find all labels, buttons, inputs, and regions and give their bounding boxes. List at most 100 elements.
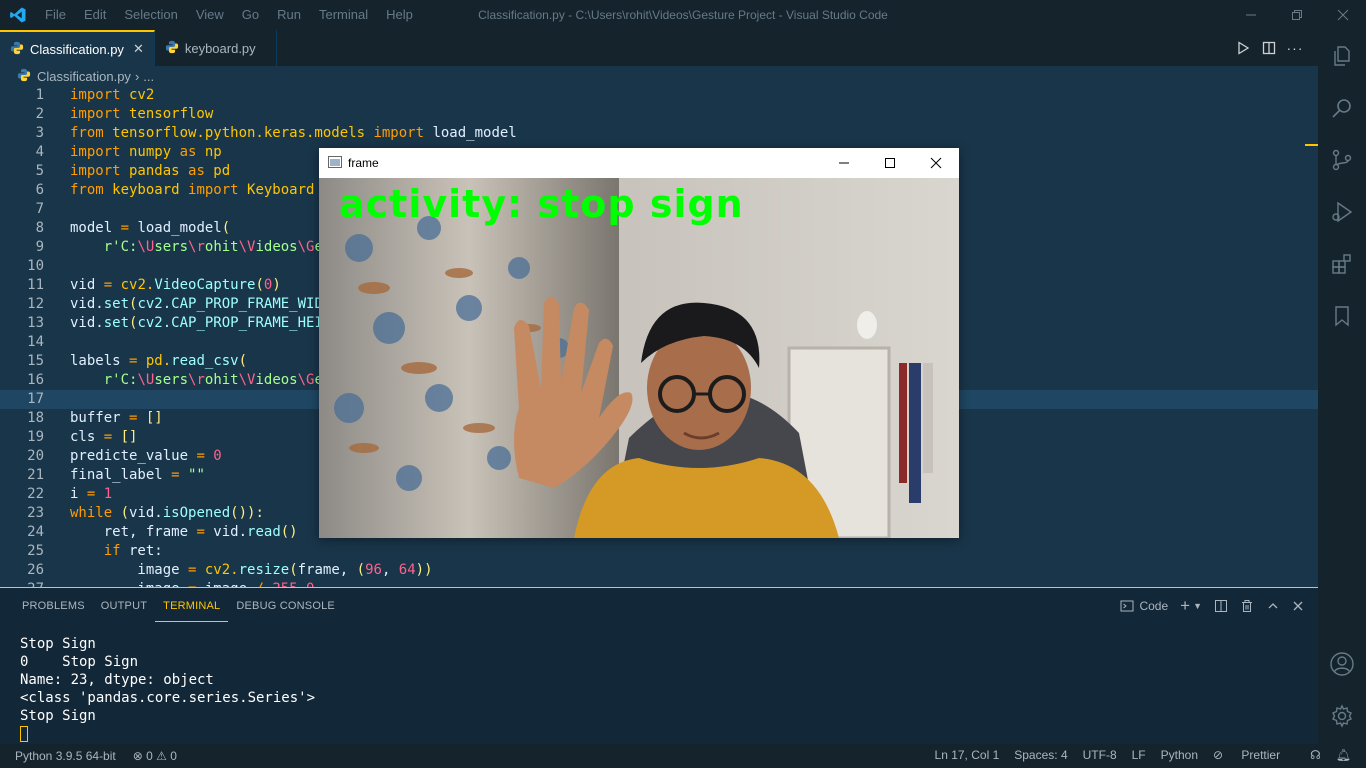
code-token: import bbox=[373, 125, 425, 141]
prediction-overlay-text: activity: stop sign bbox=[339, 182, 744, 226]
code-token: ( bbox=[238, 353, 248, 369]
minimize-button[interactable] bbox=[821, 148, 867, 178]
code-line[interactable]: 3 from tensorflow.python.keras.models imp… bbox=[0, 124, 1318, 143]
tab-label: keyboard.py bbox=[184, 40, 256, 56]
close-icon[interactable]: ✕ bbox=[133, 41, 144, 57]
code-token: )) bbox=[415, 562, 433, 578]
terminal-prompt[interactable] bbox=[20, 725, 315, 743]
code-token: ohit bbox=[204, 239, 239, 255]
code-token: 96 bbox=[365, 562, 382, 578]
code-token: \G bbox=[297, 239, 315, 255]
trash-icon[interactable] bbox=[1240, 599, 1254, 613]
encoding[interactable]: UTF-8 bbox=[1083, 748, 1117, 762]
panel-tab-terminal[interactable]: TERMINAL bbox=[155, 588, 229, 622]
code-token: cv2. bbox=[196, 562, 239, 578]
account-icon[interactable] bbox=[1318, 638, 1366, 690]
notifications-icon[interactable]: 🔔︎ bbox=[1336, 748, 1351, 762]
prettier-status[interactable]: ⊘ Prettier bbox=[1213, 748, 1295, 762]
close-window-button[interactable] bbox=[1320, 0, 1366, 30]
menu-run[interactable]: Run bbox=[268, 0, 310, 30]
new-terminal-button[interactable]: + ▼ bbox=[1180, 596, 1202, 616]
search-icon[interactable] bbox=[1318, 82, 1366, 134]
end-of-line[interactable]: LF bbox=[1132, 748, 1146, 762]
settings-gear-icon[interactable] bbox=[1318, 690, 1366, 742]
code-text: import cv2 bbox=[70, 86, 154, 105]
line-number: 10 bbox=[27, 258, 44, 274]
split-terminal-icon[interactable] bbox=[1214, 599, 1228, 613]
terminal-output[interactable]: Stop Sign 0 Stop Sign Name: 23, dtype: obj… bbox=[20, 635, 315, 743]
breadcrumb[interactable]: Classification.py › ... bbox=[0, 66, 1318, 86]
menu-terminal[interactable]: Terminal bbox=[310, 0, 377, 30]
line-number: 8 bbox=[35, 220, 44, 236]
minimize-button[interactable] bbox=[1228, 0, 1274, 30]
source-control-icon[interactable] bbox=[1318, 134, 1366, 186]
python-file-icon bbox=[17, 68, 31, 85]
split-editor-icon[interactable] bbox=[1256, 35, 1282, 61]
more-actions-icon[interactable]: ··· bbox=[1282, 35, 1308, 61]
code-text: final_label = "" bbox=[70, 466, 205, 485]
code-token: resize bbox=[238, 562, 290, 578]
code-token: tensorflow.python.keras.models bbox=[103, 125, 374, 141]
indentation[interactable]: Spaces: 4 bbox=[1014, 748, 1067, 762]
code-token: ( bbox=[356, 562, 366, 578]
code-line[interactable]: 2 import tensorflow bbox=[0, 105, 1318, 124]
line-number: 22 bbox=[27, 486, 44, 502]
code-token: ohit bbox=[204, 372, 239, 388]
code-token: vid bbox=[70, 277, 104, 293]
code-token: r bbox=[70, 239, 113, 255]
breadcrumb-file[interactable]: Classification.py bbox=[37, 69, 131, 84]
breadcrumb-more[interactable]: ... bbox=[143, 69, 154, 84]
cursor-position[interactable]: Ln 17, Col 1 bbox=[935, 748, 1000, 762]
opencv-title-bar[interactable]: frame bbox=[319, 148, 959, 178]
menu-help[interactable]: Help bbox=[377, 0, 422, 30]
menu-selection[interactable]: Selection bbox=[115, 0, 186, 30]
code-token: import bbox=[70, 144, 121, 160]
extensions-icon[interactable] bbox=[1318, 238, 1366, 290]
panel-tab-problems[interactable]: PROBLEMS bbox=[14, 588, 93, 624]
code-token: VideoCapture bbox=[154, 277, 256, 293]
feedback-icon[interactable]: ☊ bbox=[1310, 748, 1321, 762]
code-token: 1 bbox=[95, 486, 113, 502]
tab-classification[interactable]: Classification.py ✕ bbox=[0, 30, 155, 66]
problems-indicator[interactable]: ⊗ 0 ⚠ 0 bbox=[133, 749, 177, 763]
code-line[interactable]: 25 if ret: bbox=[0, 542, 1318, 561]
line-number: 18 bbox=[27, 410, 44, 426]
python-interpreter[interactable]: Python 3.9.5 64-bit bbox=[15, 749, 116, 763]
code-token: vid. bbox=[204, 524, 248, 540]
panel-tabs: PROBLEMS OUTPUT TERMINAL DEBUG CONSOLE bbox=[14, 588, 343, 624]
line-number: 3 bbox=[35, 125, 44, 141]
opencv-frame-window[interactable]: frame activity: stop sign bbox=[319, 148, 959, 538]
code-token: = bbox=[120, 220, 130, 236]
panel-tab-debug-console[interactable]: DEBUG CONSOLE bbox=[228, 588, 343, 624]
line-number: 4 bbox=[35, 144, 44, 160]
maximize-panel-icon[interactable] bbox=[1266, 599, 1280, 613]
code-line[interactable]: 1 import cv2 bbox=[0, 86, 1318, 105]
menu-edit[interactable]: Edit bbox=[75, 0, 115, 30]
language-mode[interactable]: Python bbox=[1161, 748, 1198, 762]
code-token: ) bbox=[272, 277, 281, 293]
run-debug-icon[interactable] bbox=[1318, 186, 1366, 238]
terminal-selector[interactable]: Code bbox=[1120, 599, 1168, 613]
close-panel-icon[interactable] bbox=[1292, 600, 1304, 612]
close-window-button[interactable] bbox=[913, 148, 959, 178]
terminal-cursor bbox=[20, 726, 28, 742]
maximize-button[interactable] bbox=[867, 148, 913, 178]
explorer-icon[interactable] bbox=[1318, 30, 1366, 82]
code-text: ret, frame = vid.read() bbox=[70, 523, 298, 542]
menu-go[interactable]: Go bbox=[233, 0, 268, 30]
menu-file[interactable]: File bbox=[36, 0, 75, 30]
line-number: 11 bbox=[27, 277, 44, 293]
code-line[interactable]: 27 image = image / 255.0 bbox=[0, 580, 1318, 587]
code-token: pd bbox=[204, 163, 231, 179]
bookmarks-icon[interactable] bbox=[1318, 290, 1366, 342]
panel-tab-output[interactable]: OUTPUT bbox=[93, 588, 155, 624]
run-icon[interactable] bbox=[1230, 35, 1256, 61]
tab-keyboard[interactable]: keyboard.py bbox=[155, 30, 277, 66]
menu-view[interactable]: View bbox=[187, 0, 233, 30]
code-line[interactable]: 26 image = cv2.resize(frame, (96, 64)) bbox=[0, 561, 1318, 580]
code-token: cv2 bbox=[120, 87, 155, 103]
restore-button[interactable] bbox=[1274, 0, 1320, 30]
line-number: 25 bbox=[27, 543, 44, 559]
terminal-line: Stop Sign bbox=[20, 708, 96, 724]
